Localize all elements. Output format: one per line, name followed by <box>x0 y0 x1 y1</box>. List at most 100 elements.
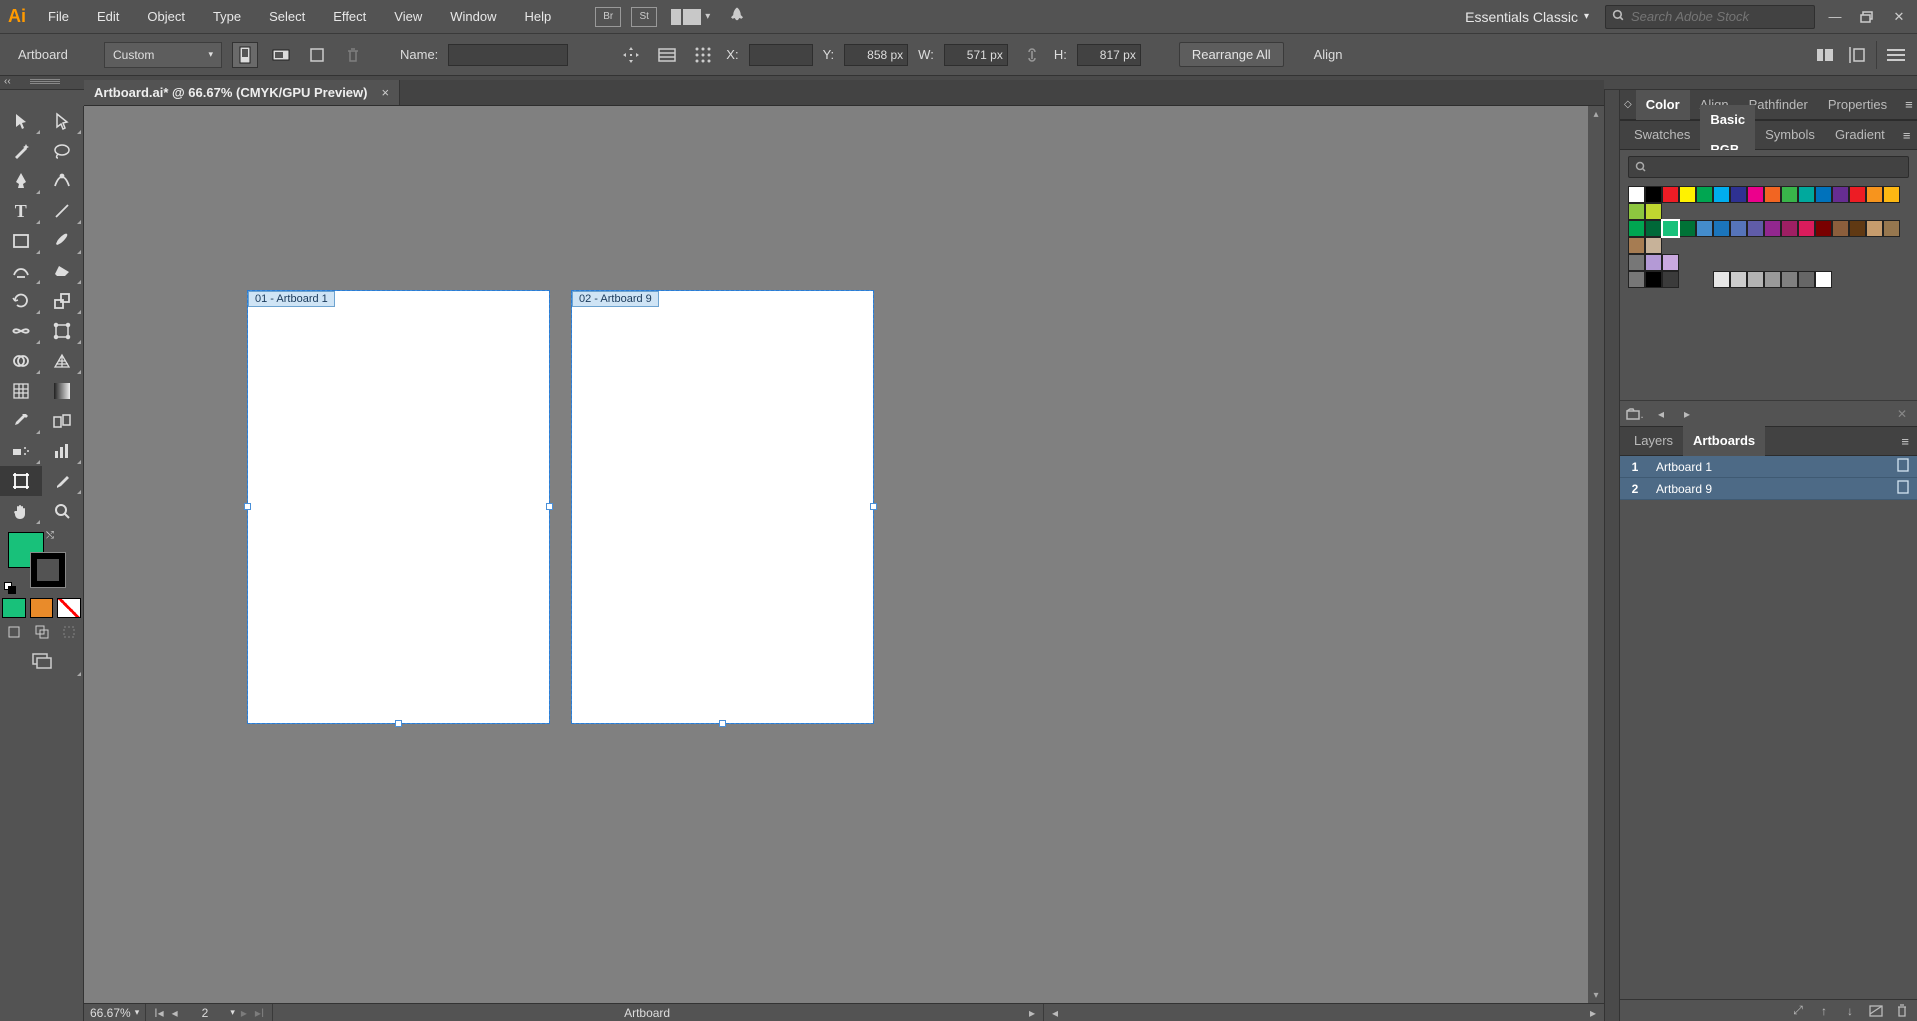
magic-wand-tool[interactable] <box>0 136 42 166</box>
arrange-documents-chevron-icon[interactable]: ▾ <box>701 11 714 22</box>
artboard-1[interactable]: 01 - Artboard 1 <box>248 291 549 723</box>
swatch[interactable] <box>1713 220 1730 237</box>
swatch[interactable] <box>1679 186 1696 203</box>
tab-layers[interactable]: Layers <box>1620 426 1683 456</box>
eraser-tool[interactable] <box>42 256 84 286</box>
swatch[interactable] <box>1832 186 1849 203</box>
swatch[interactable] <box>1696 220 1713 237</box>
options-menu-button[interactable] <box>1883 42 1909 68</box>
swatch[interactable] <box>1849 186 1866 203</box>
swatch[interactable] <box>1628 220 1645 237</box>
tab-properties[interactable]: Properties <box>1818 90 1897 120</box>
swatch[interactable] <box>1628 237 1645 254</box>
screen-mode-button[interactable] <box>0 644 83 678</box>
swatch[interactable] <box>1747 220 1764 237</box>
swatch[interactable] <box>1883 186 1900 203</box>
swatch[interactable] <box>1798 271 1815 288</box>
swatch[interactable] <box>1645 203 1662 220</box>
swatch[interactable] <box>1696 186 1713 203</box>
rectangle-tool[interactable] <box>0 226 42 256</box>
workspace-selector[interactable]: Essentials Classic ▾ <box>1457 9 1597 25</box>
shape-builder-tool[interactable] <box>0 346 42 376</box>
resize-handle-e[interactable] <box>546 503 553 510</box>
swatch[interactable] <box>1866 186 1883 203</box>
rearrange-all-button[interactable]: Rearrange All <box>1179 42 1284 67</box>
canvas-area[interactable]: 01 - Artboard 1 02 - Artboard 9 ▴ ▾ <box>84 106 1604 1003</box>
swatch[interactable] <box>1866 220 1883 237</box>
swatch[interactable] <box>1849 220 1866 237</box>
last-artboard-button[interactable]: ▸I <box>253 1006 266 1020</box>
artboard-options-button[interactable] <box>654 42 680 68</box>
orientation-portrait-button[interactable] <box>232 42 258 68</box>
swatch-next-icon[interactable]: ▸ <box>1678 405 1696 423</box>
tab-gradient[interactable]: Gradient <box>1825 120 1895 150</box>
symbol-sprayer-tool[interactable] <box>0 436 42 466</box>
paintbrush-tool[interactable] <box>42 226 84 256</box>
swatch[interactable] <box>1764 186 1781 203</box>
hand-tool[interactable] <box>0 496 42 526</box>
next-artboard-button[interactable]: ▸ <box>239 1006 249 1020</box>
resize-handle-s[interactable] <box>395 720 402 727</box>
tab-color[interactable]: Color <box>1636 90 1690 120</box>
tab-symbols[interactable]: Symbols <box>1755 120 1825 150</box>
selection-tool[interactable] <box>0 106 42 136</box>
menu-effect[interactable]: Effect <box>319 0 380 34</box>
swatch[interactable] <box>1764 271 1781 288</box>
artboard-options-icon[interactable] <box>1897 480 1909 497</box>
align-label[interactable]: Align <box>1314 47 1343 62</box>
hscroll-left-icon[interactable]: ◂ <box>1050 1006 1060 1020</box>
align-to-icon[interactable] <box>1844 42 1870 68</box>
move-down-icon[interactable]: ↓ <box>1841 1002 1859 1020</box>
swatch[interactable] <box>1781 220 1798 237</box>
swatch[interactable] <box>1645 237 1662 254</box>
scroll-down-icon[interactable]: ▾ <box>1588 987 1604 1003</box>
artboard-label[interactable]: 02 - Artboard 9 <box>572 291 659 307</box>
direct-selection-tool[interactable] <box>42 106 84 136</box>
width-tool[interactable] <box>0 316 42 346</box>
orientation-landscape-button[interactable] <box>268 42 294 68</box>
delete-artboard-button[interactable] <box>340 42 366 68</box>
x-input[interactable] <box>749 44 813 66</box>
menu-edit[interactable]: Edit <box>83 0 133 34</box>
swatch-folder[interactable] <box>1628 254 1645 271</box>
stroke-swatch[interactable] <box>30 552 66 588</box>
new-artboard-button[interactable] <box>304 42 330 68</box>
swatch[interactable] <box>1815 220 1832 237</box>
swatch[interactable] <box>1730 186 1747 203</box>
swatch[interactable] <box>1781 271 1798 288</box>
resize-handle-w[interactable] <box>244 503 251 510</box>
zoom-chevron-icon[interactable]: ▾ <box>135 1007 140 1018</box>
h-input[interactable] <box>1077 44 1141 66</box>
swatch[interactable] <box>1645 271 1662 288</box>
prev-artboard-button[interactable]: ◂ <box>170 1006 180 1020</box>
swatch-libraries-icon[interactable]: . <box>1626 405 1644 423</box>
artboard-row[interactable]: 2 Artboard 9 <box>1620 478 1917 500</box>
swatch[interactable] <box>1747 186 1764 203</box>
vertical-scrollbar[interactable]: ▴ ▾ <box>1588 106 1604 1003</box>
draw-inside[interactable] <box>55 620 83 644</box>
column-graph-tool[interactable] <box>42 436 84 466</box>
artboard-name-input[interactable] <box>448 44 568 66</box>
eyedropper-tool[interactable] <box>0 406 42 436</box>
swatch-folder[interactable] <box>1645 254 1662 271</box>
resize-handle-s[interactable] <box>719 720 726 727</box>
swatch[interactable] <box>1662 271 1679 288</box>
menu-type[interactable]: Type <box>199 0 255 34</box>
artboard-label[interactable]: 01 - Artboard 1 <box>248 291 335 307</box>
swatch[interactable] <box>1781 186 1798 203</box>
curvature-tool[interactable] <box>42 166 84 196</box>
swatch[interactable] <box>1883 220 1900 237</box>
artboard-index[interactable]: 2 <box>184 1006 227 1020</box>
artboard-chevron-icon[interactable]: ▾ <box>230 1007 235 1018</box>
panel-menu-button[interactable]: ≡ <box>1897 97 1917 112</box>
window-close-button[interactable]: ✕ <box>1887 5 1911 29</box>
document-tab[interactable]: Artboard.ai* @ 66.67% (CMYK/GPU Preview)… <box>84 80 400 105</box>
panel-menu-button[interactable]: ≡ <box>1895 128 1917 143</box>
swatch[interactable] <box>1713 271 1730 288</box>
fill-stroke-control[interactable]: ⤭ <box>0 526 83 596</box>
type-tool[interactable]: T <box>0 196 42 226</box>
color-mode-gradient[interactable] <box>30 598 54 618</box>
swatch[interactable] <box>1815 271 1832 288</box>
align-artboards-icon[interactable] <box>1812 42 1838 68</box>
hscroll-right-icon[interactable]: ▸ <box>1588 1006 1598 1020</box>
